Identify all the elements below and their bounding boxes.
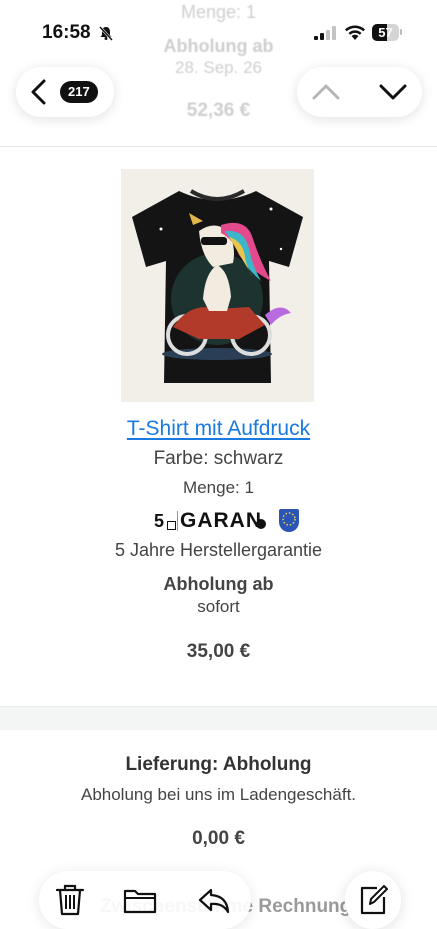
message-navigation (297, 67, 422, 117)
product-price: 35,00 € (186, 641, 251, 662)
back-button[interactable]: 217 (16, 67, 114, 117)
battery-level: 57 (378, 25, 393, 40)
chevron-left-icon (31, 79, 46, 105)
check-icon (256, 519, 266, 529)
product-quantity: Menge: 1 (183, 478, 254, 497)
warranty-text: 5 Jahre Herstellergarantie (114, 540, 323, 560)
product-title-link[interactable]: T-Shirt mit Aufdruck (0, 417, 437, 441)
product-color: Farbe: schwarz (153, 448, 284, 469)
guarantee-years: 5 (154, 511, 165, 531)
delivery-title: Lieferung: Abholung (125, 754, 312, 775)
guarantee-logo-text: GARAN (180, 509, 262, 532)
product-image[interactable] (121, 169, 314, 402)
pickup-label: Abholung ab (163, 574, 274, 594)
section-separator (0, 706, 437, 730)
folder-icon[interactable] (123, 883, 157, 917)
divider (0, 146, 437, 147)
delivery-price: 0,00 € (192, 828, 245, 849)
cellular-signal-icon (314, 26, 336, 40)
delivery-description: Abholung bei uns im Ladengeschäft. (80, 785, 357, 804)
reply-icon[interactable] (197, 883, 231, 917)
previous-message-button[interactable] (311, 80, 341, 104)
bottom-toolbar (39, 871, 251, 929)
trash-icon[interactable] (53, 883, 87, 917)
next-message-button[interactable] (378, 80, 408, 104)
battery-icon: 57 (372, 24, 402, 41)
guarantee-logo: 5 GARAN (152, 507, 302, 535)
status-bar: 16:58 57 (0, 0, 437, 58)
bell-muted-icon (99, 26, 113, 41)
wifi-icon (345, 25, 365, 40)
eu-badge-icon (279, 509, 299, 532)
message-count-badge: 217 (60, 81, 98, 103)
compose-icon (360, 885, 388, 915)
pickup-value: sofort (197, 597, 240, 616)
status-time: 16:58 (42, 22, 91, 43)
compose-button[interactable] (345, 871, 401, 929)
